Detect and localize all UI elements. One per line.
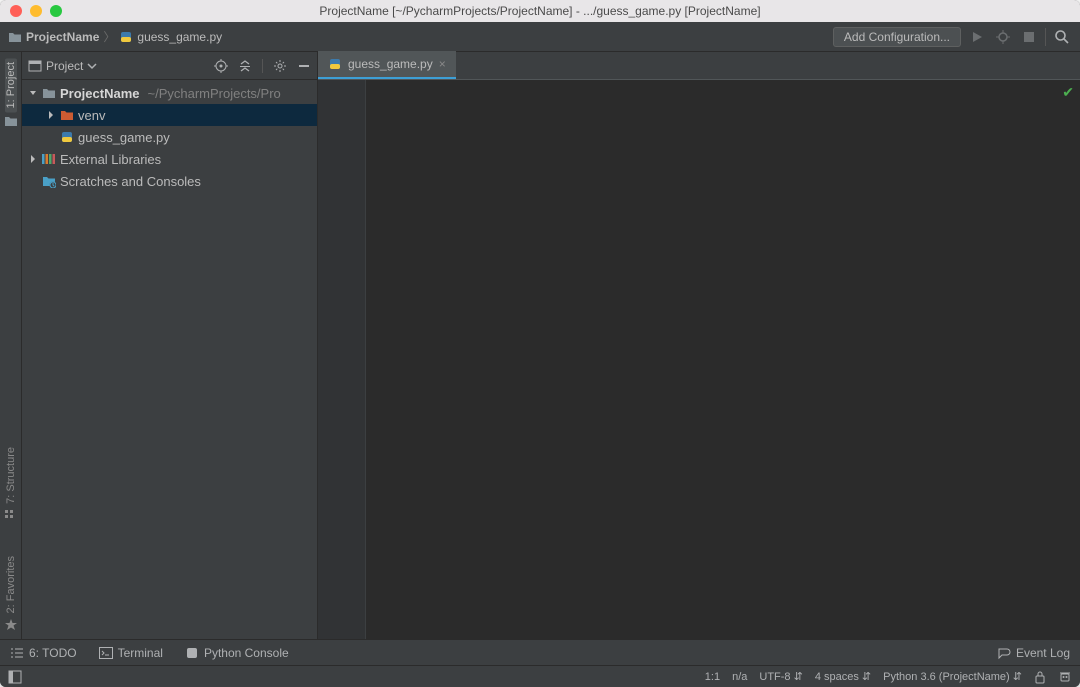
tool-window-favorites[interactable]: 2: Favorites — [5, 552, 17, 617]
search-icon[interactable] — [1052, 27, 1072, 47]
python-file-icon — [119, 30, 133, 44]
editor-code-area[interactable]: ✔ — [366, 80, 1080, 639]
gear-icon[interactable] — [273, 59, 287, 73]
structure-icon — [5, 510, 17, 522]
status-caret-pos[interactable]: 1:1 — [705, 671, 720, 683]
editor-line-gutter — [318, 80, 366, 639]
tool-terminal[interactable]: Terminal — [99, 646, 163, 660]
tool-todo-label: 6: TODO — [29, 646, 77, 660]
tree-file-label: guess_game.py — [78, 130, 170, 145]
project-tool-window: Project ProjectName ~/PycharmProjects/Pr… — [22, 52, 318, 639]
left-tool-gutter: 1: Project 7: Structure 2: Favorites — [0, 52, 22, 639]
editor-body[interactable]: ✔ — [318, 80, 1080, 639]
tool-terminal-label: Terminal — [118, 646, 163, 660]
python-file-icon — [60, 130, 74, 144]
tree-folder-venv[interactable]: venv — [22, 104, 317, 126]
status-tool-windows-icon[interactable] — [8, 670, 22, 684]
ide-window: ProjectName [~/PycharmProjects/ProjectNa… — [0, 0, 1080, 687]
project-view-label: Project — [46, 59, 83, 73]
status-inspector-icon[interactable] — [1058, 670, 1072, 684]
python-file-icon — [328, 57, 342, 71]
locate-icon[interactable] — [214, 59, 228, 73]
traffic-lights — [10, 5, 62, 17]
tree-root[interactable]: ProjectName ~/PycharmProjects/Pro — [22, 82, 317, 104]
project-view-icon — [28, 59, 42, 73]
zoom-window-button[interactable] — [50, 5, 62, 17]
tool-python-console[interactable]: Python Console — [185, 646, 289, 660]
chevron-down-icon — [87, 61, 97, 71]
editor-tabs: guess_game.py × — [318, 52, 1080, 80]
project-view-selector[interactable]: Project — [28, 59, 97, 73]
tool-window-project[interactable]: 1: Project — [5, 58, 17, 112]
editor-area: guess_game.py × ✔ — [318, 52, 1080, 639]
gutter-project-group: 1: Project — [4, 58, 18, 128]
breadcrumb-separator: 〉 — [103, 28, 115, 45]
folder-icon — [4, 114, 18, 128]
close-window-button[interactable] — [10, 5, 22, 17]
event-log-icon — [997, 646, 1011, 660]
breadcrumb-project: ProjectName — [26, 30, 99, 44]
terminal-icon — [99, 647, 113, 659]
add-configuration-button[interactable]: Add Configuration... — [833, 27, 961, 47]
navigation-bar: ProjectName 〉 guess_game.py Add Configur… — [0, 22, 1080, 52]
folder-icon — [42, 86, 56, 100]
status-line-separator[interactable]: n/a — [732, 671, 747, 683]
project-tool-header: Project — [22, 52, 317, 80]
chevron-down-icon — [28, 88, 38, 98]
status-encoding[interactable]: UTF-8 ⇵ — [759, 670, 802, 683]
libraries-icon — [42, 153, 56, 165]
inspection-ok-icon[interactable]: ✔ — [1062, 84, 1074, 101]
toolbar-right: Add Configuration... — [833, 27, 1072, 47]
todo-icon — [10, 647, 24, 659]
tool-event-log[interactable]: Event Log — [997, 646, 1070, 660]
folder-icon — [8, 30, 22, 44]
status-lock-icon[interactable] — [1034, 670, 1046, 684]
chevron-right-icon — [46, 110, 56, 120]
tree-root-label: ProjectName — [60, 86, 139, 101]
gutter-structure-group: 7: Structure — [5, 443, 17, 522]
breadcrumb[interactable]: ProjectName 〉 guess_game.py — [8, 28, 222, 45]
sidebar-separator — [262, 59, 263, 73]
status-interpreter[interactable]: Python 3.6 (ProjectName) ⇵ — [883, 670, 1022, 683]
star-icon — [5, 619, 17, 631]
status-bar: 1:1 n/a UTF-8 ⇵ 4 spaces ⇵ Python 3.6 (P… — [0, 665, 1080, 687]
main-content-row: 1: Project 7: Structure 2: Favorites Pro… — [0, 52, 1080, 639]
gutter-favorites-group: 2: Favorites — [5, 552, 17, 631]
tool-window-structure[interactable]: 7: Structure — [5, 443, 17, 508]
debug-icon[interactable] — [993, 27, 1013, 47]
editor-tab-label: guess_game.py — [348, 57, 433, 71]
tree-root-path: ~/PycharmProjects/Pro — [147, 86, 280, 101]
tree-extlib-label: External Libraries — [60, 152, 161, 167]
scratches-icon — [42, 174, 56, 188]
bottom-tool-bar: 6: TODO Terminal Python Console Event Lo… — [0, 639, 1080, 665]
tree-file-guess-game[interactable]: guess_game.py — [22, 126, 317, 148]
tool-python-console-label: Python Console — [204, 646, 289, 660]
tool-todo[interactable]: 6: TODO — [10, 646, 77, 660]
hide-icon[interactable] — [297, 59, 311, 73]
tree-venv-label: venv — [78, 108, 105, 123]
run-icon[interactable] — [967, 27, 987, 47]
tree-external-libraries[interactable]: External Libraries — [22, 148, 317, 170]
python-icon — [185, 646, 199, 660]
status-indent[interactable]: 4 spaces ⇵ — [815, 670, 871, 683]
chevron-right-icon — [28, 154, 38, 164]
close-tab-icon[interactable]: × — [439, 57, 446, 71]
tree-scratches-label: Scratches and Consoles — [60, 174, 201, 189]
editor-tab-active[interactable]: guess_game.py × — [318, 51, 456, 79]
breadcrumb-file: guess_game.py — [137, 30, 222, 44]
tool-event-log-label: Event Log — [1016, 646, 1070, 660]
minimize-window-button[interactable] — [30, 5, 42, 17]
macos-titlebar: ProjectName [~/PycharmProjects/ProjectNa… — [0, 0, 1080, 22]
collapse-all-icon[interactable] — [238, 59, 252, 73]
project-tool-actions — [214, 59, 311, 73]
window-title: ProjectName [~/PycharmProjects/ProjectNa… — [0, 4, 1080, 18]
stop-icon[interactable] — [1019, 27, 1039, 47]
project-tree[interactable]: ProjectName ~/PycharmProjects/Pro venv g… — [22, 80, 317, 639]
tree-scratches[interactable]: Scratches and Consoles — [22, 170, 317, 192]
folder-excluded-icon — [60, 108, 74, 122]
toolbar-separator — [1045, 28, 1046, 46]
